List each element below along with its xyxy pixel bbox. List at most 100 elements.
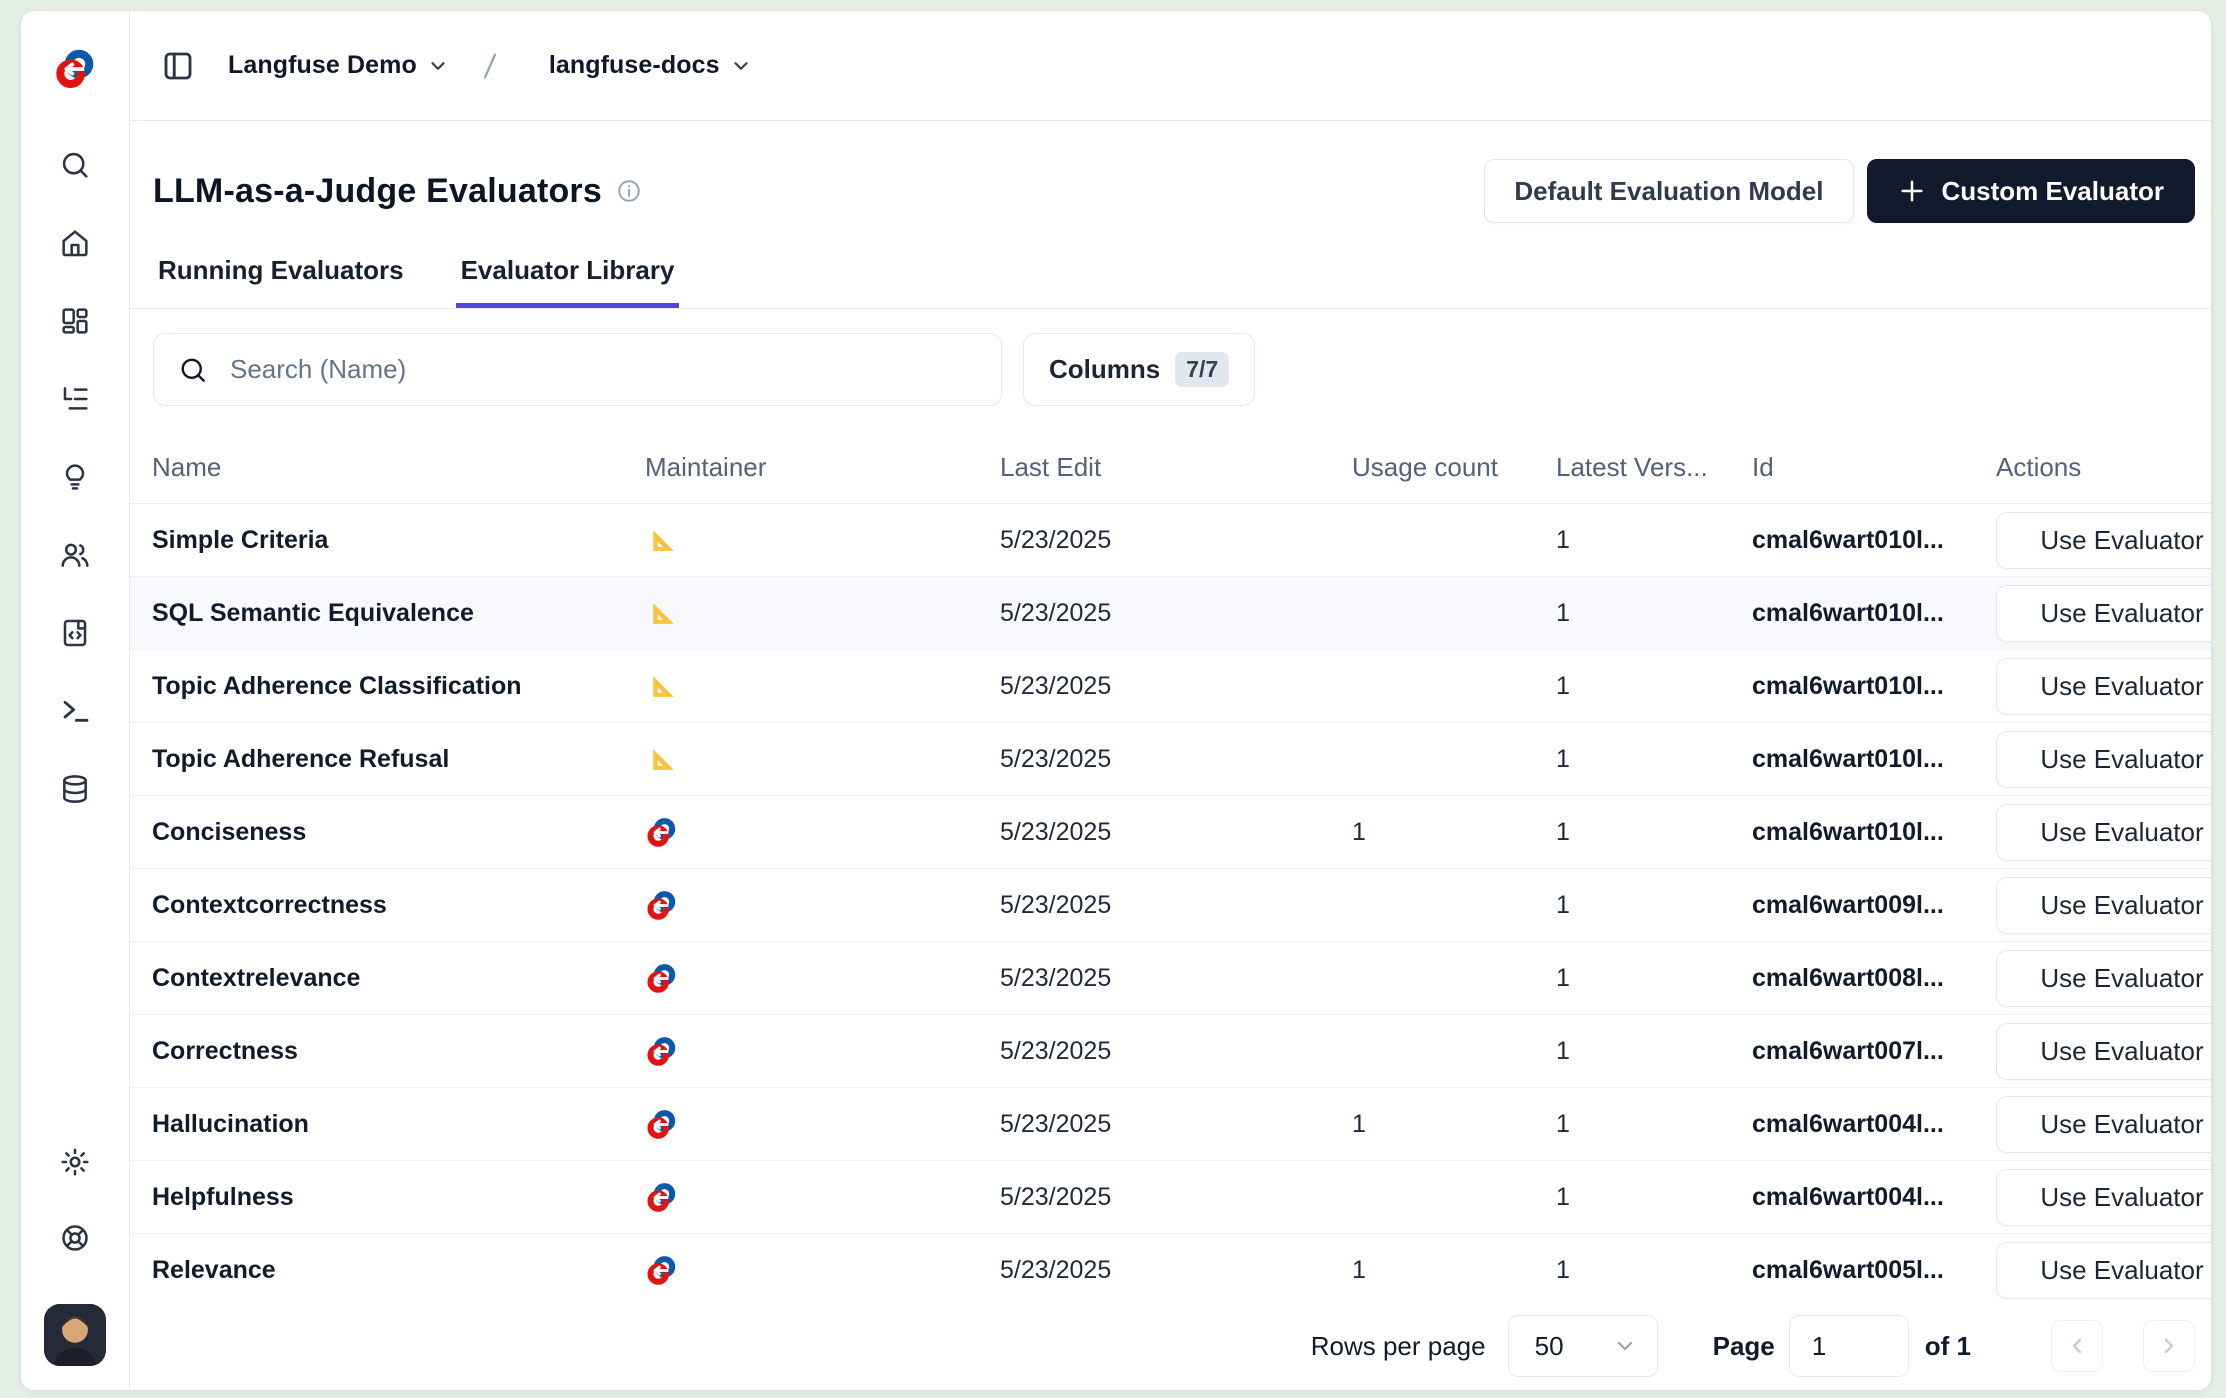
col-header-maintainer[interactable]: Maintainer: [645, 452, 1000, 483]
breadcrumb-project[interactable]: langfuse-docs: [549, 51, 752, 80]
col-header-name[interactable]: Name: [152, 452, 645, 483]
langfuse-logo-icon: [645, 1254, 678, 1287]
actions-cell: Use Evaluator: [1996, 512, 2211, 569]
col-header-id[interactable]: Id: [1752, 452, 1996, 483]
evaluators-table: Name Maintainer Last Edit Usage count La…: [130, 432, 2211, 1302]
last-edit-cell: 5/23/2025: [1000, 1110, 1352, 1139]
table-row[interactable]: Relevance 5/23/2025 1 1 cmal6wart005l...…: [130, 1234, 2211, 1302]
info-icon[interactable]: [616, 178, 642, 204]
evaluator-id: cmal6wart004l...: [1752, 1110, 1996, 1139]
evaluator-id: cmal6wart010l...: [1752, 526, 1996, 555]
sidebar-bottom: [44, 1146, 106, 1366]
use-evaluator-button[interactable]: Use Evaluator: [1996, 731, 2211, 788]
latest-version-cell: 1: [1556, 1256, 1752, 1285]
use-evaluator-button[interactable]: Use Evaluator: [1996, 877, 2211, 934]
latest-version-cell: 1: [1556, 599, 1752, 628]
evaluator-id: cmal6wart007l...: [1752, 1037, 1996, 1066]
table-row[interactable]: SQL Semantic Equivalence 5/23/2025 1 cma…: [130, 577, 2211, 650]
ragas-logo-icon: [645, 670, 678, 703]
breadcrumb-org[interactable]: Langfuse Demo: [228, 51, 449, 80]
latest-version-cell: 1: [1556, 1183, 1752, 1212]
col-header-last-edit[interactable]: Last Edit: [1000, 452, 1352, 483]
use-evaluator-button[interactable]: Use Evaluator: [1996, 512, 2211, 569]
settings-gear-icon[interactable]: [59, 1146, 91, 1178]
previous-page-button[interactable]: [2051, 1320, 2103, 1372]
table-row[interactable]: Helpfulness 5/23/2025 1 cmal6wart004l...…: [130, 1161, 2211, 1234]
next-page-button[interactable]: [2143, 1320, 2195, 1372]
langfuse-logo-icon: [645, 1108, 678, 1141]
datasets-icon[interactable]: [59, 773, 91, 805]
maintainer-cell: [645, 597, 1000, 630]
tab-evaluator-library[interactable]: Evaluator Library: [456, 255, 680, 308]
rows-per-page-select[interactable]: 50: [1508, 1315, 1658, 1377]
users-icon[interactable]: [59, 539, 91, 571]
langfuse-logo-icon: [645, 889, 678, 922]
home-icon[interactable]: [59, 227, 91, 259]
sidebar: [21, 11, 130, 1390]
evaluator-id: cmal6wart010l...: [1752, 818, 1996, 847]
search-icon[interactable]: [59, 149, 91, 181]
actions-cell: Use Evaluator: [1996, 877, 2211, 934]
table-row[interactable]: Correctness 5/23/2025 1 cmal6wart007l...…: [130, 1015, 2211, 1088]
use-evaluator-button[interactable]: Use Evaluator: [1996, 658, 2211, 715]
custom-evaluator-button[interactable]: Custom Evaluator: [1867, 159, 2196, 223]
chevron-down-icon: [1613, 1334, 1637, 1358]
use-evaluator-button[interactable]: Use Evaluator: [1996, 950, 2211, 1007]
actions-cell: Use Evaluator: [1996, 1023, 2211, 1080]
table-row[interactable]: Hallucination 5/23/2025 1 1 cmal6wart004…: [130, 1088, 2211, 1161]
chevron-left-icon: [2065, 1334, 2089, 1358]
table-row[interactable]: Contextcorrectness 5/23/2025 1 cmal6wart…: [130, 869, 2211, 942]
columns-count-badge: 7/7: [1175, 352, 1229, 387]
support-lifebuoy-icon[interactable]: [59, 1222, 91, 1254]
table-row[interactable]: Topic Adherence Refusal 5/23/2025 1 cmal…: [130, 723, 2211, 796]
dashboards-icon[interactable]: [59, 305, 91, 337]
last-edit-cell: 5/23/2025: [1000, 1183, 1352, 1212]
search-icon: [178, 355, 208, 385]
col-header-actions[interactable]: Actions: [1996, 452, 2211, 483]
table-row[interactable]: Conciseness 5/23/2025 1 1 cmal6wart010l.…: [130, 796, 2211, 869]
table-row[interactable]: Simple Criteria 5/23/2025 1 cmal6wart010…: [130, 504, 2211, 577]
use-evaluator-button[interactable]: Use Evaluator: [1996, 1242, 2211, 1299]
plus-icon: [1898, 177, 1926, 205]
playground-icon[interactable]: [59, 695, 91, 727]
search-input[interactable]: [230, 354, 977, 385]
page-number-input[interactable]: [1789, 1315, 1909, 1377]
usage-count-cell: 1: [1352, 818, 1556, 847]
last-edit-cell: 5/23/2025: [1000, 526, 1352, 555]
col-header-latest-version[interactable]: Latest Vers...: [1556, 452, 1752, 483]
evaluation-icon[interactable]: [59, 461, 91, 493]
use-evaluator-button[interactable]: Use Evaluator: [1996, 1169, 2211, 1226]
rows-per-page-label: Rows per page: [1311, 1331, 1486, 1362]
evaluator-name: Topic Adherence Classification: [152, 672, 645, 701]
table-row[interactable]: Topic Adherence Classification 5/23/2025…: [130, 650, 2211, 723]
prompts-icon[interactable]: [59, 617, 91, 649]
evaluator-name: Topic Adherence Refusal: [152, 745, 645, 774]
langfuse-logo-icon: [645, 962, 678, 995]
default-evaluation-model-button[interactable]: Default Evaluation Model: [1484, 159, 1853, 223]
latest-version-cell: 1: [1556, 745, 1752, 774]
use-evaluator-button[interactable]: Use Evaluator: [1996, 1096, 2211, 1153]
use-evaluator-button[interactable]: Use Evaluator: [1996, 585, 2211, 642]
columns-button[interactable]: Columns 7/7: [1023, 333, 1255, 406]
col-header-usage-count[interactable]: Usage count: [1352, 452, 1556, 483]
tracing-icon[interactable]: [59, 383, 91, 415]
table-row[interactable]: Contextrelevance 5/23/2025 1 cmal6wart00…: [130, 942, 2211, 1015]
app-window: Langfuse Demo langfuse-docs LLM-as-a-Jud…: [20, 10, 2212, 1391]
ragas-logo-icon: [645, 597, 678, 630]
sidebar-toggle-icon[interactable]: [160, 48, 196, 84]
evaluator-id: cmal6wart004l...: [1752, 1183, 1996, 1212]
evaluator-name: Hallucination: [152, 1110, 645, 1139]
maintainer-cell: [645, 1108, 1000, 1141]
user-avatar[interactable]: [44, 1304, 106, 1366]
search-box[interactable]: [153, 333, 1002, 406]
use-evaluator-button[interactable]: Use Evaluator: [1996, 804, 2211, 861]
use-evaluator-button[interactable]: Use Evaluator: [1996, 1023, 2211, 1080]
langfuse-logo-icon: [645, 1181, 678, 1214]
maintainer-cell: [645, 1181, 1000, 1214]
langfuse-logo[interactable]: [53, 47, 97, 91]
page-label: Page: [1713, 1331, 1775, 1362]
tab-running-evaluators[interactable]: Running Evaluators: [153, 255, 409, 308]
evaluator-id: cmal6wart010l...: [1752, 599, 1996, 628]
page-header: LLM-as-a-Judge Evaluators Default Evalua…: [130, 121, 2211, 223]
pagination-footer: Rows per page 50 Page of 1: [130, 1302, 2211, 1390]
